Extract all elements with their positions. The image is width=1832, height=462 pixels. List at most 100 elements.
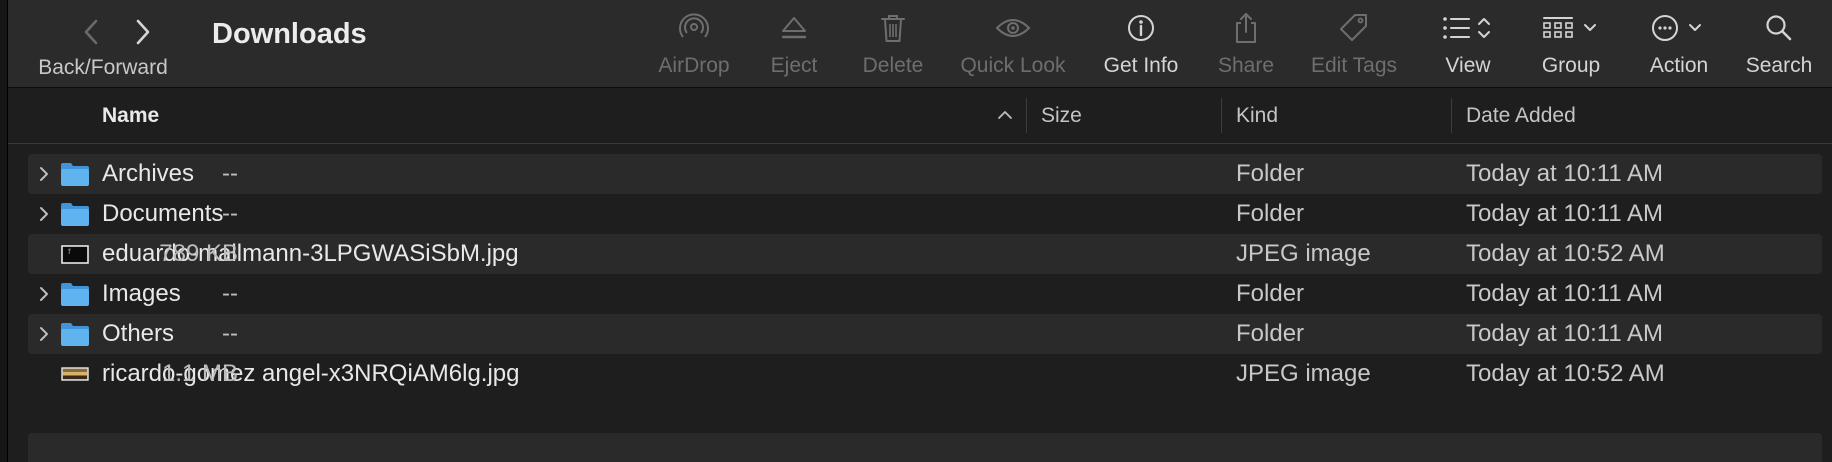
get-info-label: Get Info [1103, 54, 1179, 77]
column-separator[interactable] [1026, 98, 1027, 133]
file-row-eduardo-jpg[interactable]: eduardo-mallmann-3LPGWASiSbM.jpg 789 KB … [28, 234, 1822, 274]
search-button[interactable]: Search [1734, 8, 1824, 83]
magnifier-icon [1766, 15, 1792, 41]
folder-icon [61, 163, 89, 186]
file-row-ricardo-jpg[interactable]: ricardo-gomez angel-x3NRQiAM6lg.jpg 1.1 … [28, 354, 1822, 394]
file-size: -- [222, 160, 238, 187]
airdrop-label: AirDrop [658, 54, 730, 77]
file-size: 789 KB [159, 240, 238, 267]
empty-alternating-row [28, 433, 1822, 462]
sort-indicator[interactable] [992, 102, 1018, 128]
finder-window: Back/Forward Downloads AirDrop Eject Del… [0, 0, 1832, 462]
ellipsis-circle-icon [1652, 15, 1701, 41]
image-thumbnail-icon [61, 367, 89, 381]
file-date-added: Today at 10:52 AM [1466, 240, 1665, 267]
file-row-documents[interactable]: Documents -- Folder Today at 10:11 AM [28, 194, 1822, 234]
chevron-right-icon [40, 287, 48, 301]
toolbar: Back/Forward Downloads AirDrop Eject Del… [8, 0, 1832, 88]
quick-look-button[interactable]: Quick Look [948, 8, 1078, 83]
column-kind-label: Kind [1236, 103, 1279, 127]
column-kind-header[interactable]: Kind [1236, 88, 1278, 143]
chevron-right-icon [40, 327, 48, 341]
chevron-right-icon [40, 207, 48, 221]
back-button[interactable] [76, 14, 106, 50]
back-forward-label: Back/Forward [38, 56, 168, 79]
column-separator[interactable] [1221, 98, 1222, 133]
info-icon [1128, 15, 1154, 41]
file-size: 1.1 MB [161, 360, 238, 387]
chevron-left-icon [84, 19, 98, 45]
view-label: View [1445, 54, 1491, 77]
file-size: -- [222, 200, 238, 227]
quick-look-label: Quick Look [960, 54, 1066, 77]
file-row-archives[interactable]: Archives -- Folder Today at 10:11 AM [28, 154, 1822, 194]
forward-button[interactable] [128, 14, 158, 50]
file-row-images[interactable]: Images -- Folder Today at 10:11 AM [28, 274, 1822, 314]
column-separator[interactable] [1451, 98, 1452, 133]
search-label: Search [1745, 54, 1813, 77]
delete-button[interactable]: Delete [848, 8, 938, 83]
action-button[interactable]: Action [1634, 8, 1724, 83]
window-left-edge [0, 0, 8, 462]
eject-icon [781, 17, 807, 39]
eye-icon [995, 19, 1031, 37]
folder-icon [61, 203, 89, 226]
file-name: Images [102, 280, 181, 307]
column-header: Name Size Kind Date Added [8, 88, 1832, 144]
edit-tags-label: Edit Tags [1311, 54, 1397, 77]
chevron-right-icon [136, 19, 150, 45]
column-date-label: Date Added [1466, 103, 1576, 127]
group-label: Group [1541, 54, 1601, 77]
back-forward-control: Back/Forward [38, 10, 168, 85]
folder-icon [61, 283, 89, 306]
file-size: -- [222, 280, 238, 307]
tag-icon [1340, 14, 1367, 41]
file-date-added: Today at 10:11 AM [1466, 320, 1664, 347]
file-kind: JPEG image [1236, 360, 1371, 387]
edit-tags-button[interactable]: Edit Tags [1296, 8, 1412, 83]
disclosure-triangle[interactable] [34, 201, 54, 227]
share-icon [1236, 13, 1256, 43]
file-date-added: Today at 10:11 AM [1466, 280, 1664, 307]
column-size-header[interactable]: Size [1041, 88, 1082, 143]
file-kind: Folder [1236, 200, 1305, 227]
file-name: Others [102, 320, 175, 347]
delete-label: Delete [862, 54, 924, 77]
file-size: -- [222, 320, 238, 347]
file-kind: JPEG image [1236, 240, 1371, 267]
column-name-label: Name [102, 103, 160, 127]
group-icon [1543, 17, 1596, 38]
chevron-up-icon [998, 111, 1012, 119]
share-label: Share [1217, 54, 1275, 77]
group-button[interactable]: Group [1526, 8, 1616, 83]
window-title: Downloads [212, 18, 367, 50]
file-list: Archives -- Folder Today at 10:11 AM Doc… [28, 154, 1822, 394]
image-thumbnail-icon [61, 245, 89, 264]
folder-icon [61, 323, 89, 346]
column-name-header[interactable]: Name [102, 88, 159, 143]
view-button[interactable]: View [1428, 8, 1508, 83]
file-date-added: Today at 10:11 AM [1466, 200, 1664, 227]
file-name: Archives [102, 160, 195, 187]
file-row-others[interactable]: Others -- Folder Today at 10:11 AM [28, 314, 1822, 354]
eject-button[interactable]: Eject [754, 8, 834, 83]
airdrop-button[interactable]: AirDrop [646, 8, 742, 83]
file-date-added: Today at 10:52 AM [1466, 360, 1665, 387]
get-info-button[interactable]: Get Info [1086, 8, 1196, 83]
file-kind: Folder [1236, 160, 1305, 187]
disclosure-triangle[interactable] [34, 281, 54, 307]
file-kind: Folder [1236, 320, 1305, 347]
eject-label: Eject [770, 54, 818, 77]
action-label: Action [1649, 54, 1709, 77]
file-name: Documents [102, 200, 224, 227]
trash-icon [881, 15, 905, 42]
list-view-icon [1443, 17, 1490, 39]
column-size-label: Size [1041, 103, 1082, 127]
chevron-right-icon [40, 167, 48, 181]
share-button[interactable]: Share [1206, 8, 1286, 83]
file-date-added: Today at 10:11 AM [1466, 160, 1664, 187]
column-date-header[interactable]: Date Added [1466, 88, 1576, 143]
disclosure-triangle[interactable] [34, 321, 54, 347]
file-kind: Folder [1236, 280, 1305, 307]
disclosure-triangle[interactable] [34, 161, 54, 187]
